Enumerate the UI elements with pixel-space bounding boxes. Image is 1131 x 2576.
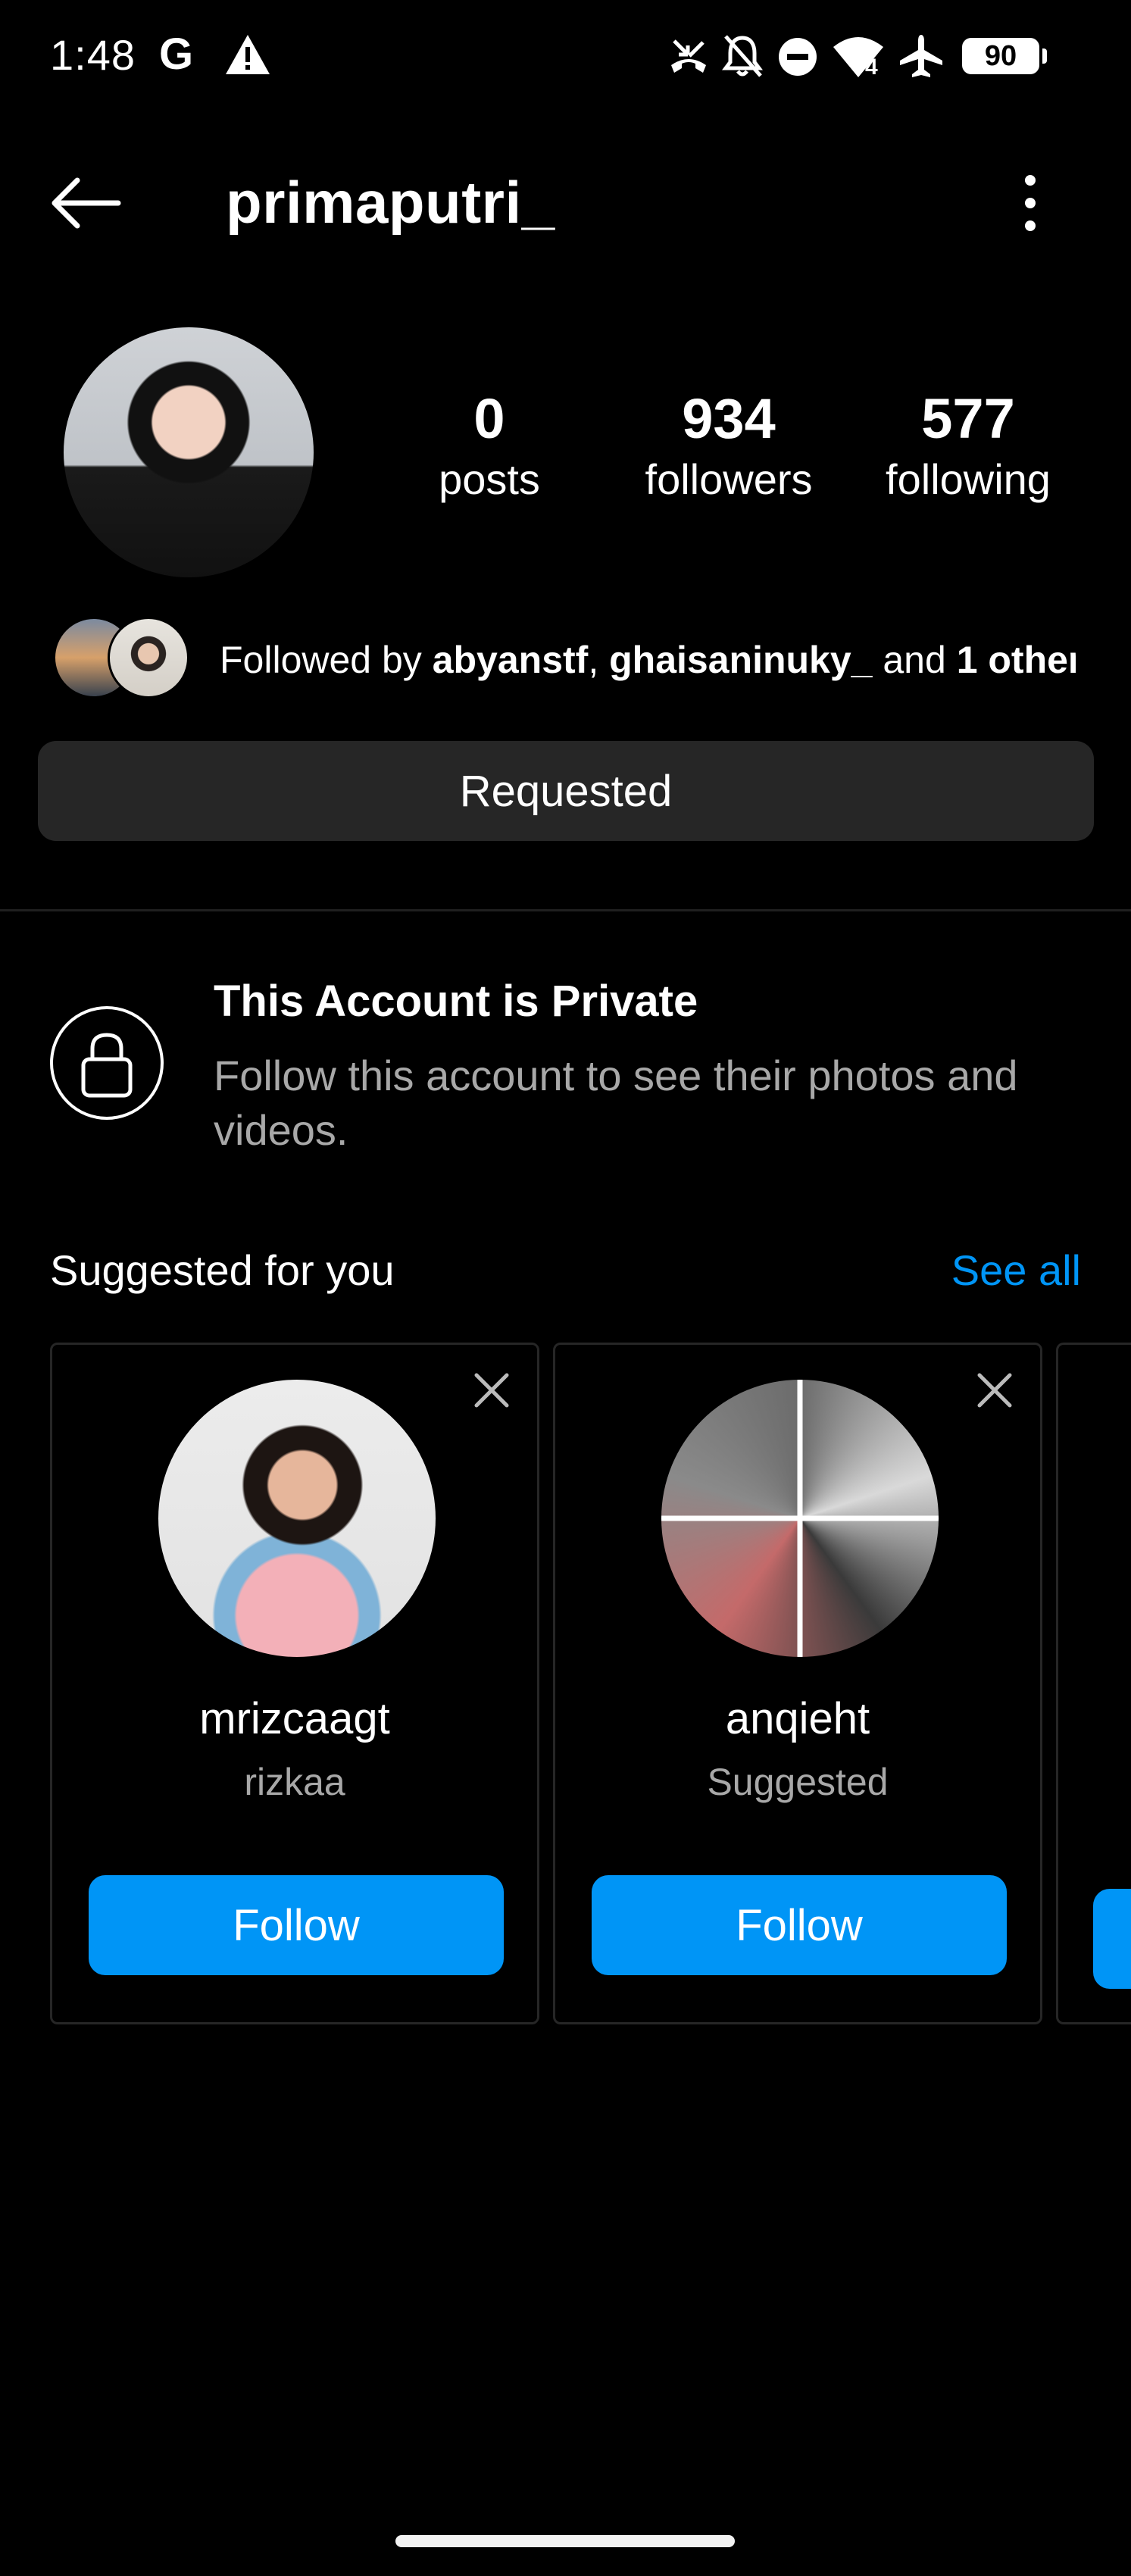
mutual-user-1: abyanstf: [432, 639, 589, 681]
mutual-user-2: ghaisaninuky_: [609, 639, 873, 681]
missed-call-icon: [667, 35, 711, 83]
suggestion-avatar[interactable]: [158, 1380, 436, 1657]
suggestion-username[interactable]: mrizcaagt: [52, 1693, 537, 1744]
suggestion-card-peek[interactable]: [1056, 1343, 1131, 2024]
follow-button[interactable]: Follow: [89, 1875, 504, 1975]
see-all-link[interactable]: See all: [951, 1246, 1081, 1295]
followers-label: followers: [645, 455, 813, 503]
warning-icon: [224, 33, 271, 80]
profile-username-title: primaputri_: [226, 169, 555, 236]
suggestion-avatar[interactable]: [661, 1380, 939, 1657]
followed-by-text[interactable]: Followed by abyanstf, ghaisaninuky_ and …: [220, 633, 1076, 686]
mutual-avatar: [108, 617, 189, 699]
following-label: following: [886, 455, 1051, 503]
posts-count: 0: [473, 387, 505, 450]
stat-posts[interactable]: 0 posts: [376, 385, 603, 506]
private-account-description: Follow this account to see their photos …: [214, 1052, 1018, 1154]
private-account-title: This Account is Private: [214, 977, 698, 1026]
suggestion-subtitle: Suggested: [707, 1761, 889, 1803]
suggestion-subtitle: rizkaa: [244, 1761, 345, 1803]
dismiss-suggestion-icon[interactable]: [469, 1368, 514, 1413]
bell-off-icon: [721, 33, 764, 83]
dismiss-suggestion-icon[interactable]: [972, 1368, 1017, 1413]
suggestion-card[interactable]: anqieht Suggested Follow: [553, 1343, 1042, 2024]
followed-by-prefix: Followed by: [220, 639, 433, 681]
network-label: 4: [865, 55, 878, 80]
status-bar: 1:48 G 4 90: [0, 0, 1131, 114]
follow-button-peek[interactable]: [1093, 1889, 1131, 1989]
suggested-section-title: Suggested for you: [50, 1246, 395, 1294]
back-arrow-icon[interactable]: [50, 174, 123, 236]
profile-avatar[interactable]: [64, 327, 314, 577]
suggestion-username[interactable]: anqieht: [555, 1693, 1040, 1744]
do-not-disturb-icon: [777, 36, 818, 81]
follow-button[interactable]: Follow: [592, 1875, 1007, 1975]
home-indicator[interactable]: [395, 2535, 735, 2547]
status-time: 1:48: [50, 31, 136, 79]
followed-by-separator: ,: [588, 639, 610, 681]
lock-icon: [50, 1006, 164, 1120]
mutual-followers-avatars[interactable]: [53, 617, 197, 700]
suggestion-card[interactable]: mrizcaagt rizkaa Follow: [50, 1343, 539, 2024]
stat-followers[interactable]: 934 followers: [615, 385, 842, 506]
mutual-others: 1 others: [956, 639, 1076, 681]
followers-count: 934: [682, 387, 776, 450]
google-icon: G: [159, 30, 194, 79]
posts-label: posts: [439, 455, 540, 503]
airplane-icon: [898, 33, 944, 83]
requested-button[interactable]: Requested: [38, 741, 1094, 841]
more-vertical-icon[interactable]: [1015, 171, 1045, 239]
battery-icon: 90: [962, 38, 1047, 74]
following-count: 577: [921, 387, 1015, 450]
stat-following[interactable]: 577 following: [854, 385, 1082, 506]
divider: [0, 909, 1131, 911]
followed-by-and: and: [872, 639, 957, 681]
